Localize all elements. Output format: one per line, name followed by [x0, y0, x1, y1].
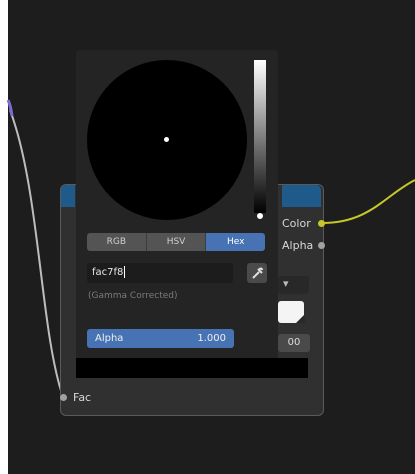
- alpha-label: Alpha: [95, 333, 124, 344]
- output-color-socket[interactable]: [318, 220, 325, 227]
- left-wire-tip: [6, 99, 14, 117]
- color-mode-tabs: RGB HSV Hex: [87, 233, 265, 251]
- swatch-corner-icon: [296, 314, 305, 323]
- color-wheel-cursor[interactable]: [164, 137, 169, 142]
- value-slider[interactable]: [254, 60, 266, 213]
- fac-wire: [9, 109, 64, 398]
- color-wire: [321, 179, 415, 224]
- text-caret: [124, 266, 126, 278]
- output-alpha-label: Alpha: [282, 239, 314, 252]
- node-value-field[interactable]: 00: [278, 334, 310, 352]
- chevron-down-icon: ▾: [283, 277, 289, 290]
- value-slider-cursor[interactable]: [257, 213, 263, 219]
- alpha-slider[interactable]: Alpha 1.000: [87, 329, 234, 348]
- output-alpha-socket[interactable]: [318, 242, 325, 249]
- tab-rgb[interactable]: RGB: [87, 233, 147, 251]
- eyedropper-icon: [252, 267, 263, 279]
- input-fac-socket[interactable]: [60, 394, 67, 401]
- hex-value: fac7f8: [92, 267, 124, 278]
- tab-hsv[interactable]: HSV: [146, 233, 207, 251]
- node-header-right[interactable]: [282, 185, 321, 207]
- eyedropper-button[interactable]: [247, 263, 267, 283]
- node-header[interactable]: [61, 185, 75, 207]
- gamma-corrected-note: (Gamma Corrected): [88, 291, 178, 301]
- hex-input[interactable]: fac7f8: [87, 263, 233, 283]
- input-fac-label: Fac: [73, 391, 92, 404]
- tab-hex[interactable]: Hex: [206, 233, 265, 251]
- color-picker-preview-bar: [76, 358, 308, 378]
- output-color-label: Color: [282, 217, 311, 230]
- alpha-value: 1.000: [197, 333, 226, 344]
